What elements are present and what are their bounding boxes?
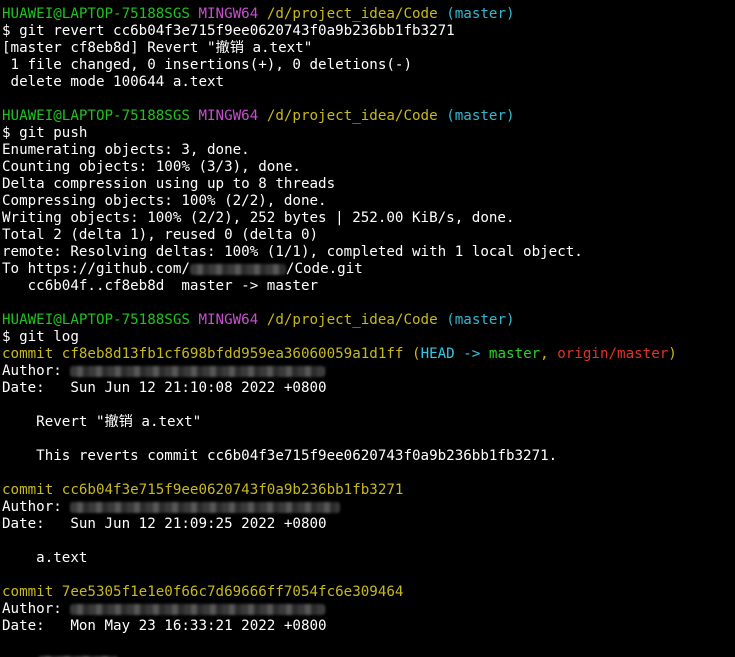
redacted-author <box>70 501 341 513</box>
prompt-branch: (master) <box>446 6 515 22</box>
output-line: Compressing objects: 100% (2/2), done. <box>2 193 327 209</box>
prompt-path: /d/project_idea/Code <box>266 108 438 124</box>
prompt-line: HUAWEI@LAPTOP-75188SGS MINGW64 /d/projec… <box>2 312 735 329</box>
local-branch-ref: master <box>488 346 541 362</box>
date-line: Date: Mon May 23 16:33:21 2022 +0800 <box>2 618 327 634</box>
command-text: git push <box>19 125 88 141</box>
prompt-symbol: $ <box>2 23 20 39</box>
commit-message: This reverts commit cc6b04f3e715f9ee0620… <box>2 448 558 464</box>
redacted-username <box>189 263 286 275</box>
author-line: Author: <box>2 363 735 380</box>
commit-message: Revert "撤销 a.text" <box>2 414 202 430</box>
head-ref: HEAD -> <box>420 346 489 362</box>
commit-line: commit cc6b04f3e715f9ee0620743f0a9b236bb… <box>2 482 735 499</box>
output-line-remote-url: To https://github.com/ /Code.git <box>2 261 735 278</box>
remote-url-prefix: To https://github.com/ <box>2 261 190 277</box>
prompt-branch: (master) <box>446 108 515 124</box>
redacted-author <box>70 365 326 377</box>
author-line: Author: <box>2 499 735 516</box>
prompt-path: /d/project_idea/Code <box>266 312 438 328</box>
output-line: 1 file changed, 0 insertions(+), 0 delet… <box>2 57 412 73</box>
output-line: Enumerating objects: 3, done. <box>2 142 250 158</box>
prompt-line: HUAWEI@LAPTOP-75188SGS MINGW64 /d/projec… <box>2 108 735 125</box>
output-line: remote: Resolving deltas: 100% (1/1), co… <box>2 244 583 260</box>
prompt-symbol: $ <box>2 125 20 141</box>
author-label: Author: <box>2 499 71 515</box>
output-line: delete mode 100644 a.text <box>2 74 225 90</box>
prompt-branch: (master) <box>446 312 515 328</box>
prompt-system: MINGW64 <box>198 312 259 328</box>
prompt-system: MINGW64 <box>198 6 259 22</box>
prompt-user-host: HUAWEI@LAPTOP-75188SGS <box>2 108 190 124</box>
commit-hash: commit cf8eb8d13fb1cf698bfdd959ea3606005… <box>2 346 404 362</box>
command-text: git log <box>19 329 79 345</box>
command-text: git revert cc6b04f3e715f9ee0620743f0a9b2… <box>19 23 455 39</box>
remote-branch-ref: origin/master <box>557 346 669 362</box>
commit-line: commit 7ee5305f1e1e0f66c7d69666ff7054fc6… <box>2 584 735 601</box>
output-line: Writing objects: 100% (2/2), 252 bytes |… <box>2 210 515 226</box>
output-line: [master cf8eb8d] Revert "撤销 a.text" <box>2 40 313 56</box>
prompt-user-host: HUAWEI@LAPTOP-75188SGS <box>2 312 190 328</box>
author-label: Author: <box>2 363 71 379</box>
commit-line: commit cf8eb8d13fb1cf698bfdd959ea3606005… <box>2 346 677 362</box>
author-line: Author: <box>2 601 735 618</box>
commit-message: a.text <box>2 550 88 566</box>
output-line: Counting objects: 100% (3/3), done. <box>2 159 301 175</box>
output-line: Total 2 (delta 1), reused 0 (delta 0) <box>2 227 319 243</box>
date-line: Date: Sun Jun 12 21:09:25 2022 +0800 <box>2 516 327 532</box>
truncated-commit-message <box>2 652 735 657</box>
output-line: cc6b04f..cf8eb8d master -> master <box>2 278 319 294</box>
prompt-path: /d/project_idea/Code <box>266 6 438 22</box>
prompt-symbol: $ <box>2 329 20 345</box>
command-line: $ git push <box>2 125 735 142</box>
prompt-line: HUAWEI@LAPTOP-75188SGS MINGW64 /d/projec… <box>2 6 735 23</box>
remote-url-suffix: /Code.git <box>285 261 363 277</box>
prompt-system: MINGW64 <box>198 108 259 124</box>
output-line: Delta compression using up to 8 threads <box>2 176 336 192</box>
command-line: $ git revert cc6b04f3e715f9ee0620743f0a9… <box>2 23 735 40</box>
commit-hash: commit 7ee5305f1e1e0f66c7d69666ff7054fc6… <box>2 584 404 600</box>
author-label: Author: <box>2 601 71 617</box>
prompt-user-host: HUAWEI@LAPTOP-75188SGS <box>2 6 190 22</box>
commit-hash: commit cc6b04f3e715f9ee0620743f0a9b236bb… <box>2 482 404 498</box>
command-line: $ git log <box>2 329 735 346</box>
date-line: Date: Sun Jun 12 21:10:08 2022 +0800 <box>2 380 327 396</box>
terminal-window[interactable]: HUAWEI@LAPTOP-75188SGS MINGW64 /d/projec… <box>0 0 735 657</box>
redacted-author <box>70 603 326 615</box>
